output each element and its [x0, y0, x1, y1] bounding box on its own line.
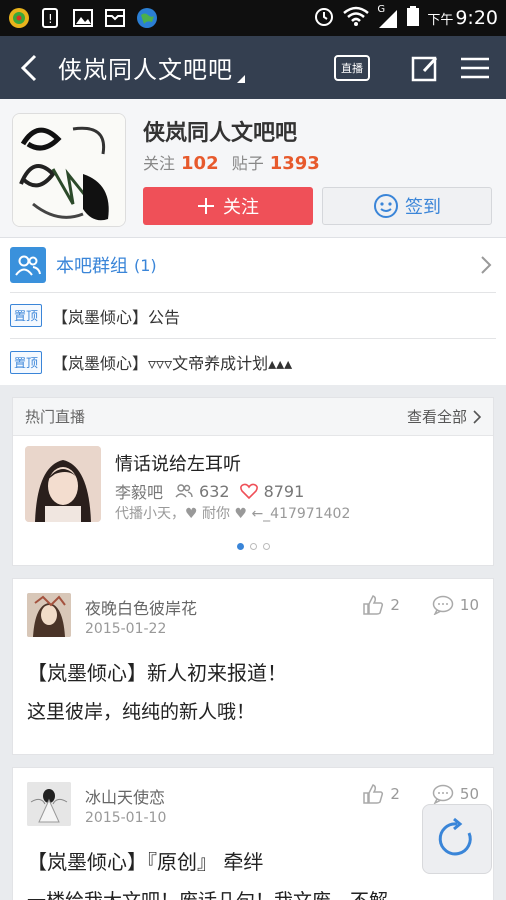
pinned-post-title: 【岚墨倾心】公告 — [52, 307, 181, 327]
post-stats: 2 50 — [362, 784, 479, 804]
view-all-label: 查看全部 — [406, 408, 467, 426]
back-arrow-icon — [20, 54, 37, 81]
top-nav-bar: 侠岚同人文吧吧 直播 — [0, 36, 506, 99]
post-comment-count: 10 — [459, 596, 479, 614]
carousel-dot — [262, 542, 270, 550]
image-icon — [72, 7, 94, 29]
pinned-badge: 置顶 — [10, 350, 43, 374]
forum-header: 侠岚同人文吧吧 关注 102 贴子 1393 关注 签到 — [0, 99, 506, 238]
hot-live-header: 热门直播 查看全部 — [13, 398, 493, 436]
live-description: 代播小天，♥ 耐你 ♥ ←_417971402 — [115, 506, 351, 522]
carousel-dot-active — [236, 542, 244, 550]
live-button[interactable]: 直播 — [334, 54, 370, 81]
back-button[interactable] — [0, 36, 58, 99]
live-meta: 李毅吧 632 8791 — [115, 479, 304, 503]
group-count: (1) — [134, 255, 157, 275]
app-notification-icon — [8, 7, 30, 29]
forum-group-row[interactable]: 本吧群组 (1) — [10, 238, 496, 293]
posts-label: 贴子 — [231, 154, 264, 173]
posts-count: 1393 — [269, 153, 320, 174]
chevron-right-icon — [481, 256, 492, 274]
clock-time: 9:20 — [455, 7, 498, 29]
compose-button[interactable] — [400, 36, 450, 99]
followers-count: 102 — [181, 153, 219, 174]
sign-in-button[interactable]: 签到 — [322, 187, 492, 225]
sign-in-label: 签到 — [405, 197, 441, 218]
comment-icon[interactable] — [432, 595, 454, 615]
comment-icon[interactable] — [432, 784, 454, 804]
live-host: 李毅吧 — [115, 483, 164, 502]
smiley-icon — [374, 194, 398, 218]
live-item[interactable]: 情话说给左耳听 李毅吧 632 8791 代播小天，♥ 耐你 ♥ ←_41797… — [13, 436, 493, 527]
refresh-button[interactable] — [422, 804, 492, 874]
hamburger-menu-icon — [461, 57, 489, 78]
alarm-icon — [313, 5, 335, 32]
thumbs-up-icon[interactable] — [362, 784, 384, 804]
pinned-badge: 置顶 — [10, 304, 43, 327]
forum-name: 侠岚同人文吧吧 — [143, 121, 298, 146]
battery-icon — [407, 5, 420, 31]
menu-button[interactable] — [450, 36, 500, 99]
cell-signal-icon: G — [377, 4, 399, 28]
followers-label: 关注 — [143, 154, 176, 173]
live-viewers: 632 — [199, 481, 230, 501]
live-likes: 8791 — [263, 481, 305, 501]
post-author[interactable]: 夜晚白色彼岸花 — [85, 595, 197, 619]
post-title: 【岚墨倾心】新人初来报道！ — [27, 661, 287, 685]
ink-painting-image — [13, 114, 125, 226]
post-excerpt: 这里彼岸，纯纯的新人哦！ — [27, 701, 256, 723]
warning-icon: ! — [40, 7, 62, 29]
post-date: 2015-01-22 — [85, 621, 167, 637]
hot-live-heading: 热门直播 — [25, 408, 86, 426]
clock-ampm: 下午 — [427, 13, 454, 28]
post-excerpt: 一楼给我大文吧！废话几句！我文废，不解 — [27, 886, 388, 900]
group-icon — [10, 247, 46, 283]
plus-icon — [198, 198, 214, 214]
group-label: 本吧群组 — [56, 256, 128, 277]
inbox-icon — [104, 7, 126, 29]
hot-live-card: 热门直播 查看全部 情话说给左耳听 李毅吧 632 8791 代播小天，♥ 耐你… — [12, 397, 494, 566]
user-avatar[interactable] — [27, 593, 71, 637]
status-bar: ! G 下午 9:20 — [0, 0, 506, 36]
clock: 下午 9:20 — [427, 7, 498, 29]
user-avatar[interactable] — [27, 782, 71, 826]
carousel-indicator — [13, 527, 493, 565]
viewers-icon — [175, 484, 193, 498]
post-like-count: 2 — [390, 596, 400, 614]
browser-globe-icon — [136, 7, 158, 29]
post-title: 【岚墨倾心】『原创』 牵绊 — [27, 850, 264, 874]
forum-avatar[interactable] — [12, 113, 126, 227]
forum-title-dropdown[interactable]: 侠岚同人文吧吧 — [58, 50, 245, 85]
heart-icon — [239, 483, 258, 499]
follow-button-label: 关注 — [223, 197, 259, 218]
view-all-link[interactable]: 查看全部 — [407, 406, 481, 427]
forum-stats: 关注 102 贴子 1393 — [143, 150, 328, 174]
chevron-right-icon — [473, 409, 481, 424]
pinned-post-title: 【岚墨倾心】▿▿▿文帝养成计划▴▴▴ — [52, 354, 293, 373]
thread-item[interactable]: 夜晚白色彼岸花 2015-01-22 2 10 【岚墨倾心】新人初来报道！ 这里… — [12, 578, 494, 755]
live-cover-image — [25, 446, 101, 522]
edit-icon — [411, 56, 438, 81]
post-stats: 2 10 — [362, 595, 479, 615]
post-author[interactable]: 冰山天使恋 — [85, 784, 165, 808]
post-comment-count: 50 — [459, 785, 479, 803]
wifi-icon — [343, 6, 370, 31]
refresh-icon — [438, 817, 472, 856]
thumbs-up-icon[interactable] — [362, 595, 384, 615]
post-like-count: 2 — [390, 785, 400, 803]
pinned-post[interactable]: 置顶 【岚墨倾心】▿▿▿文帝养成计划▴▴▴ — [10, 339, 496, 385]
live-title: 情话说给左耳听 — [115, 454, 241, 475]
post-date: 2015-01-10 — [85, 810, 167, 826]
svg-text:!: ! — [48, 12, 53, 26]
carousel-dot — [249, 542, 257, 550]
pinned-post[interactable]: 置顶 【岚墨倾心】公告 — [10, 293, 496, 339]
forum-info-list: 本吧群组 (1) 置顶 【岚墨倾心】公告 置顶 【岚墨倾心】▿▿▿文帝养成计划▴… — [0, 238, 506, 385]
follow-button[interactable]: 关注 — [143, 187, 313, 225]
